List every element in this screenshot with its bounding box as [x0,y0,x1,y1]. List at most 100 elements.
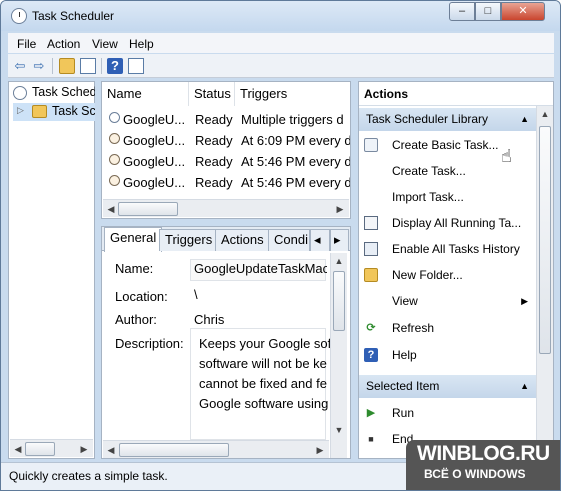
menu-help[interactable]: Help [129,37,154,51]
scroll-down-icon[interactable]: ▼ [332,423,346,437]
scroll-right-icon[interactable]: ▶ [333,202,347,216]
tab-next-icon[interactable]: ▸ [330,229,349,251]
description-field[interactable]: Keeps your Google sof software will not … [190,328,331,440]
table-row[interactable]: GoogleU... Ready Multiple triggers d [102,109,350,130]
description-label: Description: [115,336,184,351]
column-header-triggers[interactable]: Triggers [235,82,350,106]
table-row[interactable]: GoogleU... Ready At 5:46 PM every d [102,172,350,193]
menu-view[interactable]: View [92,37,118,51]
tree-item-library[interactable]: ▷ Task Schec [13,103,95,121]
help-icon: ? [364,348,378,362]
scroll-right-icon[interactable]: ▶ [77,442,91,456]
scrollbar-thumb[interactable] [25,442,55,456]
action-label: Run [392,406,415,420]
tree-icon[interactable] [80,58,96,74]
tab-actions[interactable]: Actions [215,229,270,251]
folder-up-icon[interactable] [59,58,75,74]
scroll-up-icon[interactable]: ▲ [332,254,346,268]
author-value: Chris [194,312,225,327]
scroll-left-icon[interactable]: ◀ [11,442,25,456]
tab-bar: General Triggers Actions Condi ◂ ▸ [102,227,350,252]
help-icon[interactable]: ? [107,58,123,74]
horizontal-scrollbar[interactable]: ◀ ▶ [10,439,93,457]
hand-cursor-icon: ☝ [501,146,512,166]
task-status: Ready [195,175,233,190]
status-text: Quickly creates a simple task. [9,469,168,483]
minimize-button[interactable]: – [449,2,475,21]
tab-conditions[interactable]: Condi [268,229,310,251]
toolbar-separator [52,58,53,74]
action-import-task[interactable]: Import Task... [359,184,536,210]
tree-item-label: Task Schec [52,104,95,118]
table-row[interactable]: GoogleU... Ready At 5:46 PM every d [102,151,350,172]
action-new-folder[interactable]: New Folder... [359,262,536,288]
name-value[interactable]: GoogleUpdateTaskMac [194,261,327,276]
tab-prev-icon[interactable]: ◂ [310,229,330,251]
action-enable-history[interactable]: Enable All Tasks History [359,236,536,262]
section-selected-item[interactable]: Selected Item ▲ [359,375,536,398]
tab-triggers[interactable]: Triggers [159,229,219,251]
action-label: Create Basic Task... [392,138,499,152]
name-label: Name: [115,261,154,276]
clock-icon [109,112,120,123]
scroll-left-icon[interactable]: ◀ [104,443,118,457]
maximize-button[interactable]: □ [475,2,501,21]
tab-general[interactable]: General [104,227,163,252]
task-name: GoogleU... [123,154,186,169]
menu-action[interactable]: Action [47,37,80,51]
expand-icon[interactable]: ▷ [17,105,24,116]
table-row[interactable]: GoogleU... Ready At 6:09 PM every d [102,130,350,151]
task-name: GoogleU... [123,112,186,127]
column-header-name[interactable]: Name [102,82,189,106]
task-scheduler-window: Task Scheduler – □ ✕ File Action View He… [0,0,561,491]
forward-arrow-icon[interactable]: ⇨ [31,58,47,74]
task-triggers: At 5:46 PM every d [241,154,350,169]
task-name: GoogleU... [123,133,186,148]
close-button[interactable]: ✕ [501,2,545,21]
action-refresh[interactable]: ⟳ Refresh [359,315,536,341]
author-label: Author: [115,312,157,327]
scrollbar-thumb[interactable] [539,126,551,354]
description-line: cannot be fixed and fe [199,376,327,391]
action-run[interactable]: ▶ Run [359,400,536,426]
location-value: \ [194,287,198,302]
scrollbar-thumb[interactable] [118,202,178,216]
task-status: Ready [195,133,233,148]
back-arrow-icon[interactable]: ⇦ [12,58,28,74]
scroll-up-icon[interactable]: ▲ [538,107,552,121]
scrollbar-thumb[interactable] [333,271,345,331]
tree-item-root[interactable]: Task Sched [13,84,95,102]
scroll-right-icon[interactable]: ▶ [313,443,327,457]
vertical-scrollbar[interactable]: ▲ [536,106,553,458]
clock-icon [13,86,27,100]
column-header-status[interactable]: Status [189,82,235,106]
action-pane-icon[interactable] [128,58,144,74]
action-display-running[interactable]: Display All Running Ta... [359,210,536,236]
action-help[interactable]: ? Help [359,342,536,368]
horizontal-scrollbar[interactable]: ◀ ▶ [103,440,329,458]
refresh-icon: ⟳ [366,322,376,334]
description-line: Google software using [199,396,329,411]
watermark: WINBLOG.RU ВСЁ О WINDOWS [406,440,560,490]
scroll-left-icon[interactable]: ◀ [104,202,118,216]
menu-file[interactable]: File [17,37,36,51]
collapse-icon[interactable]: ▲ [520,375,529,398]
action-label: Enable All Tasks History [392,242,520,256]
section-task-scheduler-library[interactable]: Task Scheduler Library ▲ [359,108,536,131]
clock-icon [11,8,27,24]
title-bar[interactable]: Task Scheduler – □ ✕ [1,1,560,31]
run-icon: ▶ [366,407,376,419]
task-status: Ready [195,112,233,127]
horizontal-scrollbar[interactable]: ◀ ▶ [103,199,349,217]
action-label: Display All Running Ta... [392,216,522,230]
history-icon [364,242,378,256]
collapse-icon[interactable]: ▲ [520,108,529,131]
action-view[interactable]: View ▶ [359,288,536,314]
action-label: Help [392,348,417,362]
tree-item-label: Task Sched [32,85,95,99]
scrollbar-thumb[interactable] [119,443,229,457]
action-label: Refresh [392,321,435,335]
toolbar-separator [101,58,102,74]
action-label: Import Task... [392,190,464,204]
vertical-scrollbar[interactable]: ▲ ▼ [330,253,347,458]
